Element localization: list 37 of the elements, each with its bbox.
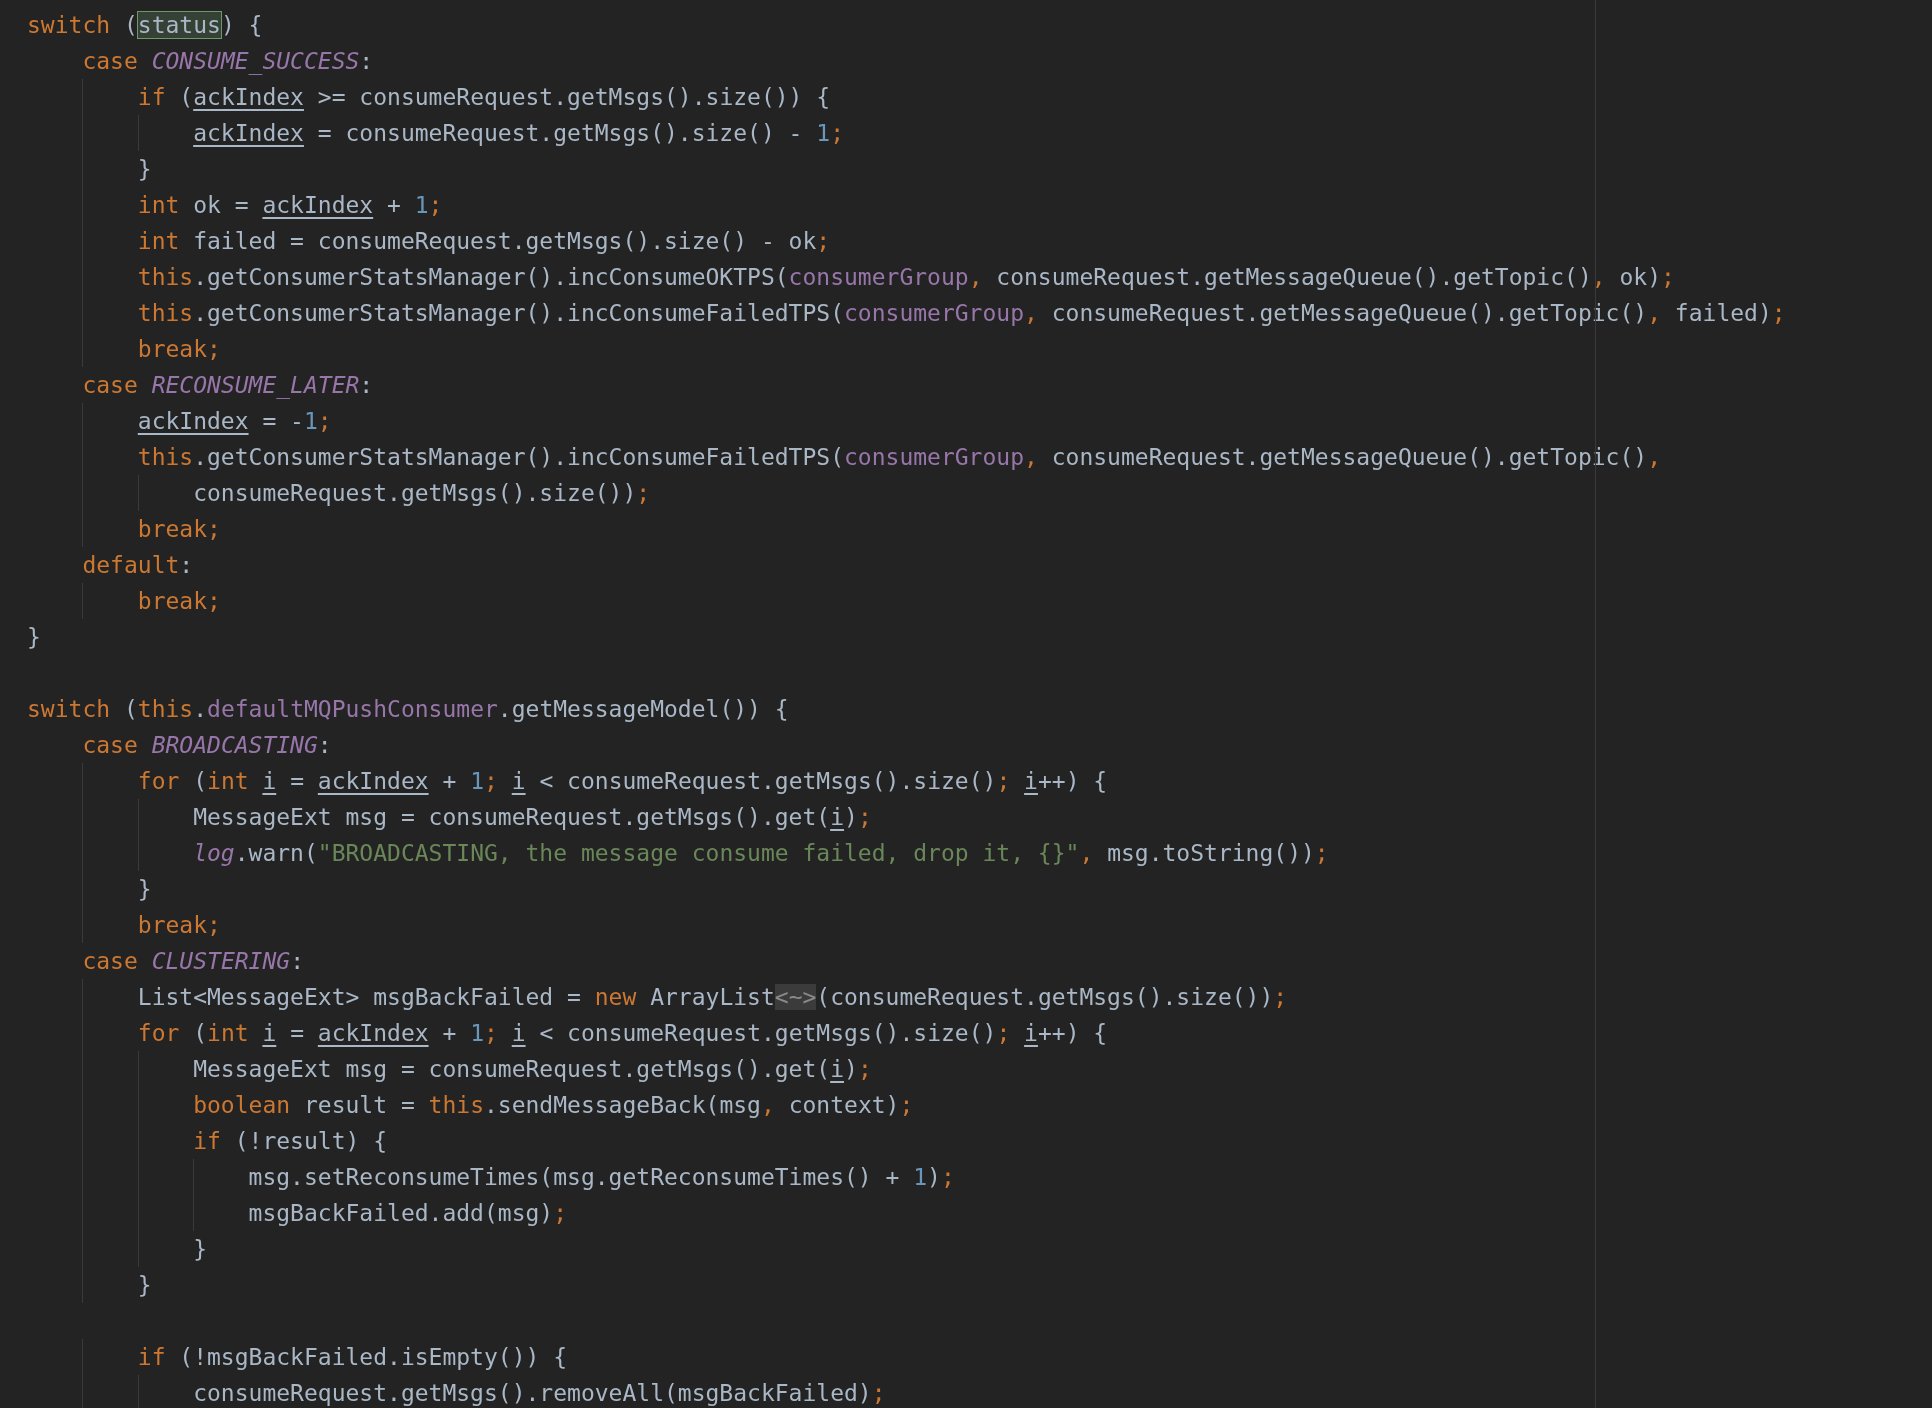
code-line: msg.setReconsumeTimes(msg.getReconsumeTimes() + 1); xyxy=(27,1159,955,1195)
code-line: break; xyxy=(27,907,221,943)
code-line: default: xyxy=(81,551,194,580)
code-line: log.warn("BROADCASTING, the message consume failed, drop it, {}", msg.toString()); xyxy=(27,835,1329,871)
code-line: if (ackIndex >= consumeRequest.getMsgs().size()) { xyxy=(27,79,831,115)
code-line: case CONSUME_SUCCESS: xyxy=(81,47,374,77)
code-line: consumeRequest.getMsgs().removeAll(msgBackFailed); xyxy=(27,1375,886,1408)
code-line: switch (this.defaultMQPushConsumer.getMessageModel()) { xyxy=(27,695,789,724)
code-line: for (int i = ackIndex + 1; i < consumeRequest.getMsgs().size(); i++) { xyxy=(27,763,1108,799)
code-line: ackIndex = consumeRequest.getMsgs().size() - 1; xyxy=(27,115,845,151)
code-line: break; xyxy=(27,583,221,619)
code-line: this.getConsumerStatsManager().incConsumeOKTPS(consumerGroup, consumeRequest.getMessageQueue().getTopic(), ok); xyxy=(27,259,1675,295)
code-line: for (int i = ackIndex + 1; i < consumeRequest.getMsgs().size(); i++) { xyxy=(27,1015,1108,1051)
code-line: msgBackFailed.add(msg); xyxy=(27,1195,568,1231)
code-line: } xyxy=(27,1267,152,1303)
code-line: ackIndex = -1; xyxy=(27,403,332,439)
code-line: case CLUSTERING: xyxy=(81,947,304,976)
code-line: case BROADCASTING: xyxy=(81,731,332,760)
code-line: List<MessageExt> msgBackFailed = new ArrayList<~>(consumeRequest.getMsgs().size()); xyxy=(27,979,1288,1015)
code-line: } xyxy=(27,1231,208,1267)
code-line: switch (status) { xyxy=(27,11,263,40)
code-line: } xyxy=(27,871,152,907)
code-line: break; xyxy=(27,331,221,367)
code-line: this.getConsumerStatsManager().incConsumeFailedTPS(consumerGroup, consumeRequest.getMessageQueue().getTopic(), xyxy=(27,439,1661,475)
code-line: if (!result) { xyxy=(27,1123,388,1159)
code-line: consumeRequest.getMsgs().size()); xyxy=(27,475,651,511)
code-line: } xyxy=(27,151,152,187)
code-line: case RECONSUME_LATER: xyxy=(81,371,374,401)
code-line: boolean result = this.sendMessageBack(msg, context); xyxy=(27,1087,914,1123)
code-line: break; xyxy=(27,511,221,547)
code-line: int failed = consumeRequest.getMsgs().size() - ok; xyxy=(27,223,831,259)
code-line: MessageExt msg = consumeRequest.getMsgs().get(i); xyxy=(27,1051,872,1087)
code-line: int ok = ackIndex + 1; xyxy=(27,187,443,223)
code-line: MessageExt msg = consumeRequest.getMsgs().get(i); xyxy=(27,799,872,835)
code-line: this.getConsumerStatsManager().incConsumeFailedTPS(consumerGroup, consumeRequest.getMessageQueue().getTopic(), failed); xyxy=(27,295,1786,331)
code-line: if (!msgBackFailed.isEmpty()) { xyxy=(27,1339,568,1375)
code-line: } xyxy=(27,623,41,652)
